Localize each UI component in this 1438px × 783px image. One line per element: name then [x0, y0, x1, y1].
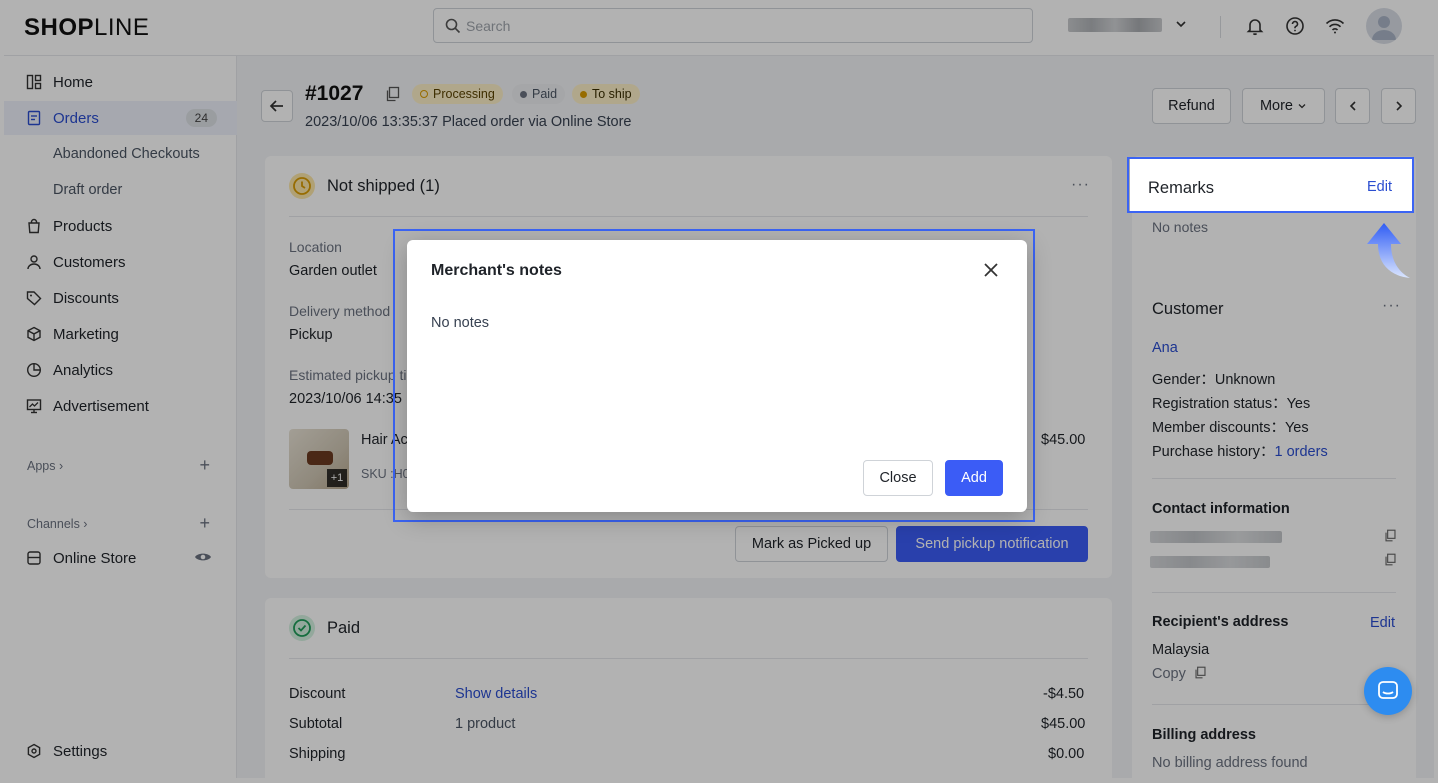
dialog-title: Merchant's notes [431, 262, 562, 279]
merchant-notes-dialog: Merchant's notes No notes Close Add [407, 240, 1027, 512]
close-icon[interactable] [981, 260, 1001, 280]
chat-button[interactable] [1364, 667, 1412, 715]
dialog-body-text: No notes [431, 315, 490, 331]
close-button[interactable]: Close [863, 460, 933, 496]
curved-arrow-up-icon [1367, 223, 1410, 278]
chat-icon [1378, 681, 1398, 699]
add-button[interactable]: Add [945, 460, 1003, 496]
remarks-highlight-box [1127, 157, 1414, 213]
